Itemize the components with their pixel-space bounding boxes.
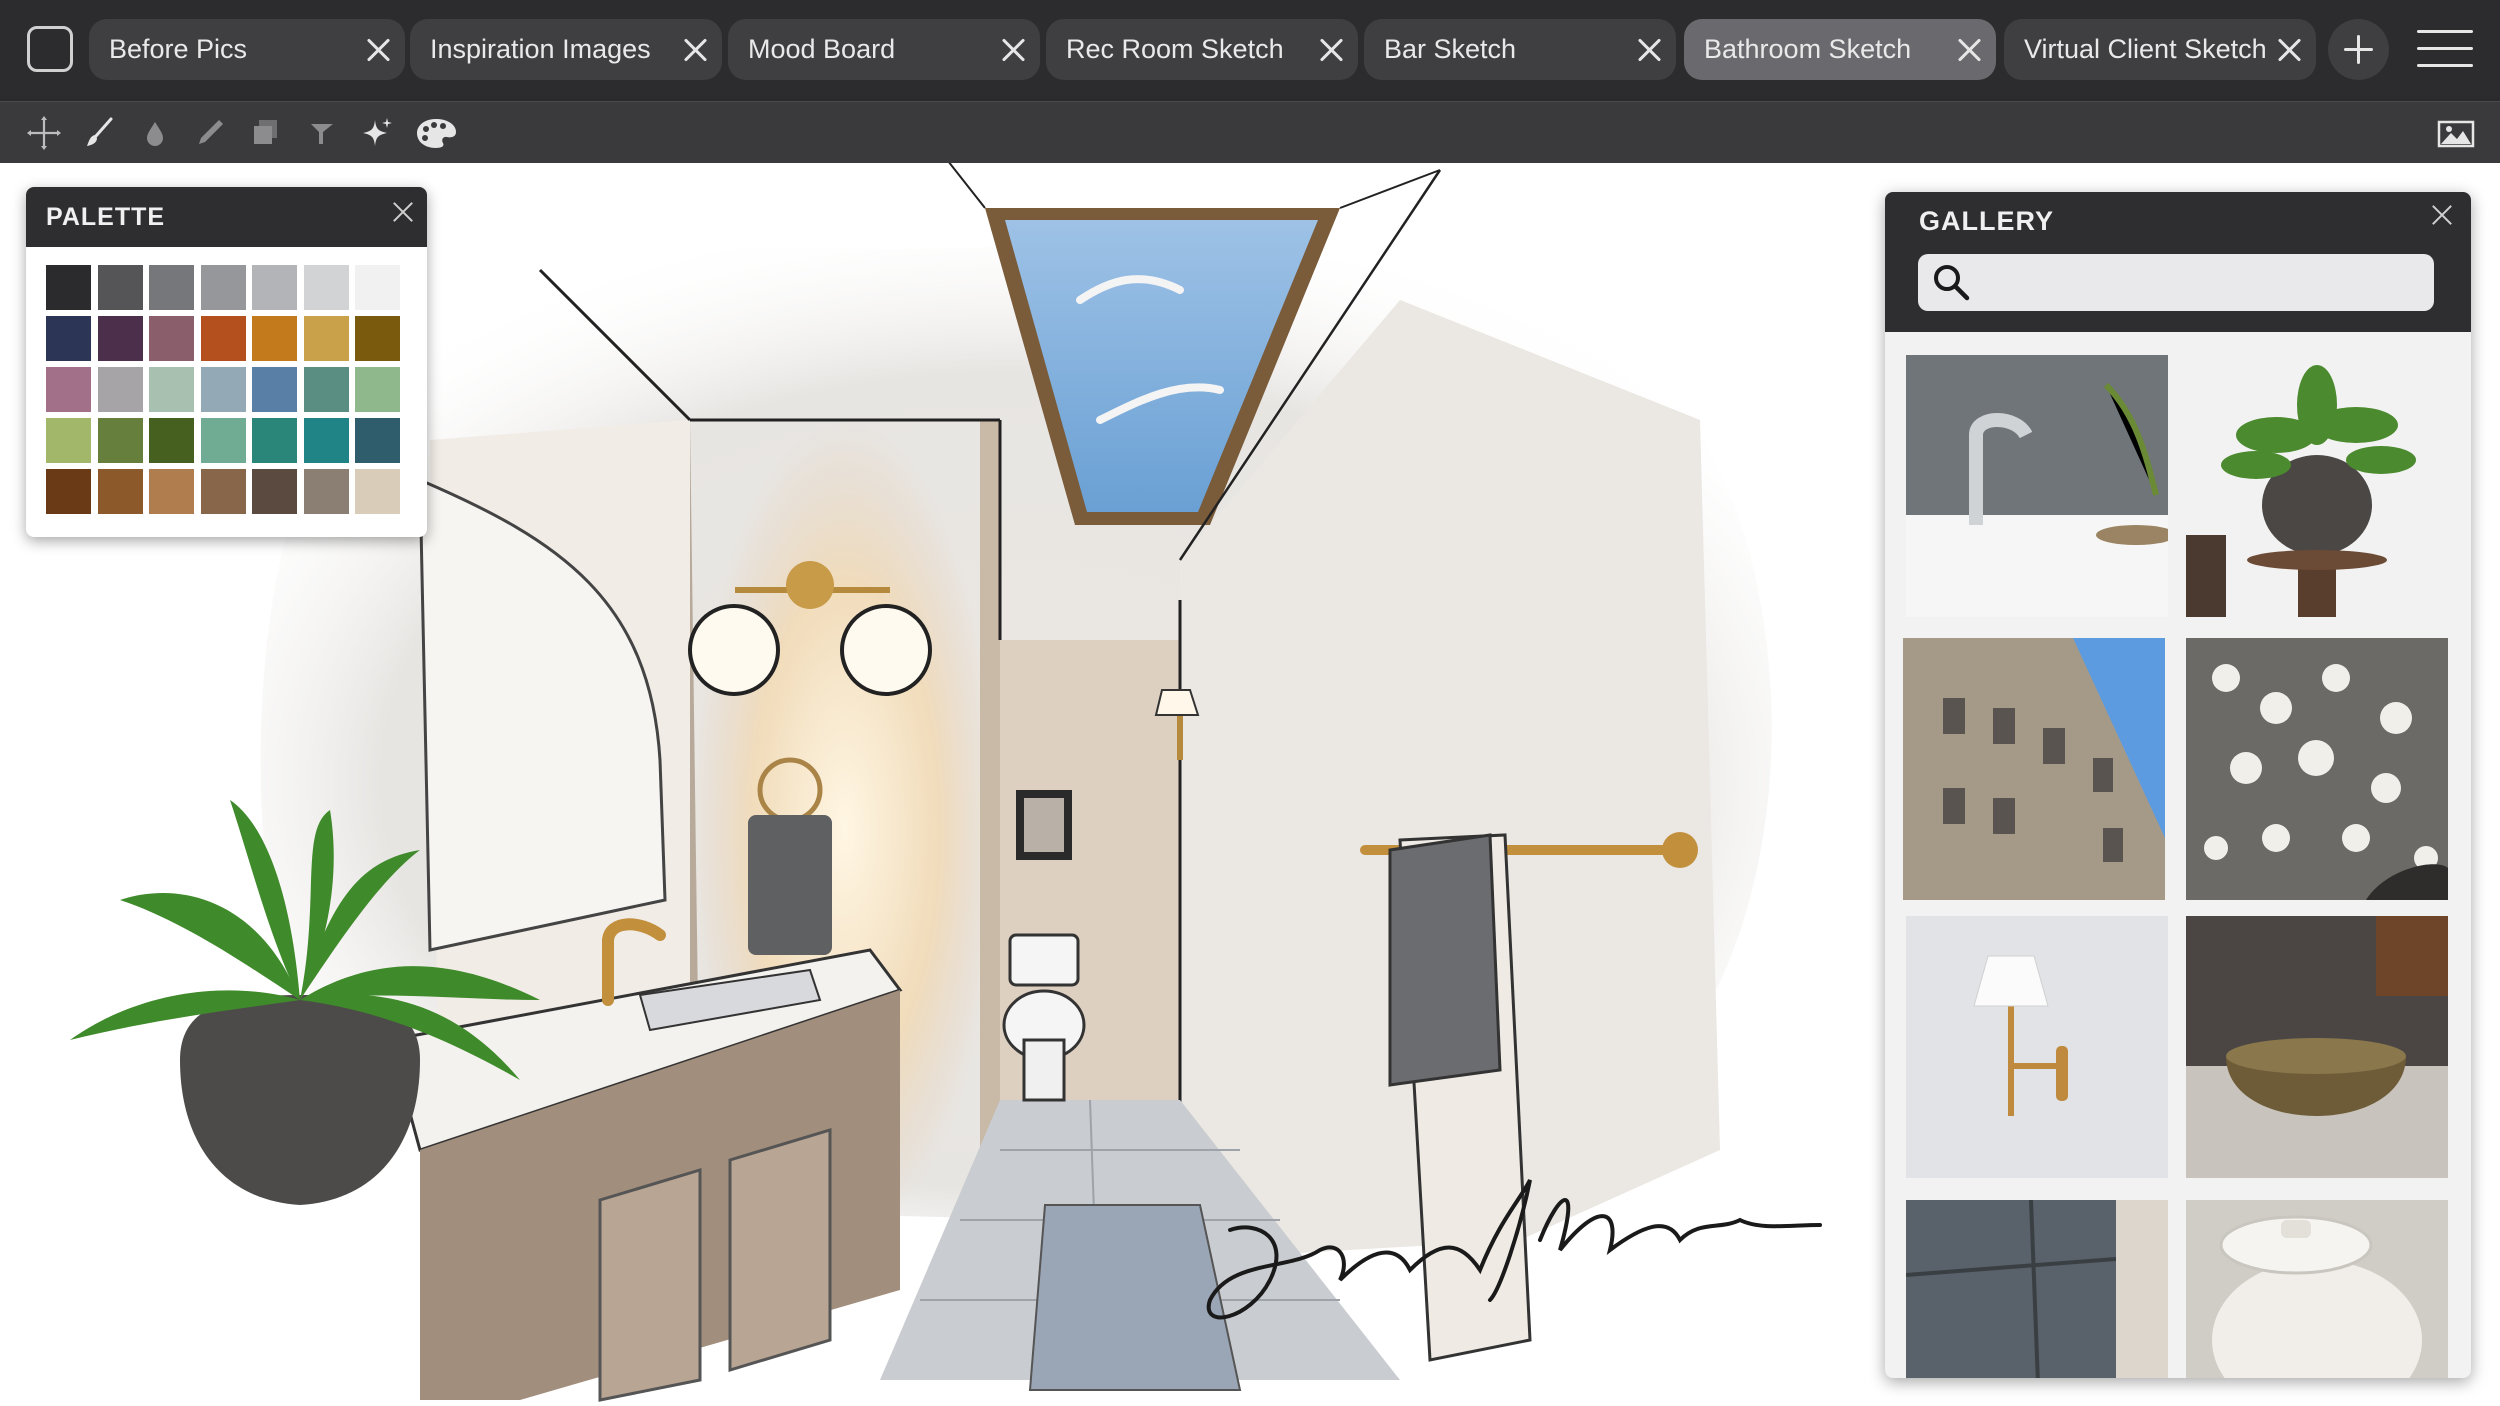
color-swatch[interactable] (200, 469, 246, 514)
close-icon[interactable] (1318, 37, 1344, 63)
color-swatch[interactable] (149, 418, 194, 463)
gallery-thumb-building[interactable] (1903, 638, 2165, 900)
palette-icon[interactable] (414, 114, 458, 152)
color-swatch[interactable] (149, 367, 194, 412)
color-swatch[interactable] (200, 316, 246, 361)
color-swatch[interactable] (303, 265, 349, 310)
color-swatch[interactable] (252, 418, 297, 463)
color-swatch[interactable] (355, 367, 400, 412)
close-icon[interactable] (365, 37, 391, 63)
image-icon[interactable] (2436, 114, 2476, 152)
tab-label: Inspiration Images (430, 34, 651, 64)
color-swatch[interactable] (303, 469, 349, 514)
tab-inspiration-images[interactable]: Inspiration Images (410, 19, 722, 80)
brush-icon[interactable] (80, 114, 118, 152)
tab-bar: Before Pics Inspiration Images Mood Boar… (0, 0, 2500, 101)
color-swatch[interactable] (97, 316, 143, 361)
color-swatch[interactable] (46, 367, 91, 412)
gallery-thumb-plant[interactable] (2186, 355, 2448, 617)
gallery-title: GALLERY (1919, 206, 2054, 236)
tab-virtual-client-sketch[interactable]: Virtual Client Sketch (2004, 19, 2316, 80)
close-icon[interactable] (1000, 37, 1026, 63)
color-swatch[interactable] (149, 265, 194, 310)
color-swatch[interactable] (252, 265, 297, 310)
tab-before-pics[interactable]: Before Pics (89, 19, 405, 80)
color-swatch[interactable] (200, 418, 246, 463)
color-swatch[interactable] (252, 367, 297, 412)
app-menu-icon[interactable] (27, 26, 73, 72)
close-icon[interactable] (392, 201, 414, 223)
color-swatch[interactable] (355, 316, 400, 361)
tab-mood-board[interactable]: Mood Board (728, 19, 1040, 80)
palette-panel: PALETTE (26, 187, 427, 537)
tab-label: Rec Room Sketch (1066, 34, 1284, 64)
tool-bar (0, 101, 2500, 163)
color-swatch[interactable] (252, 316, 297, 361)
color-swatch[interactable] (200, 265, 246, 310)
color-swatch[interactable] (46, 316, 91, 361)
color-swatch[interactable] (46, 418, 91, 463)
color-swatch[interactable] (303, 316, 349, 361)
close-icon[interactable] (2276, 37, 2302, 63)
gallery-thumb-jar[interactable] (2186, 1200, 2448, 1378)
color-swatch[interactable] (97, 469, 143, 514)
color-swatch[interactable] (46, 469, 91, 514)
close-icon[interactable] (1636, 37, 1662, 63)
color-swatch[interactable] (252, 469, 297, 514)
layers-icon[interactable] (247, 114, 285, 152)
sparkle-icon[interactable] (358, 114, 396, 152)
gallery-thumb-sconce[interactable] (1906, 916, 2168, 1178)
color-swatch[interactable] (46, 265, 91, 310)
tab-label: Virtual Client Sketch (2024, 34, 2267, 64)
gallery-thumb-faucet[interactable] (1906, 355, 2168, 617)
color-swatch[interactable] (97, 367, 143, 412)
close-icon[interactable] (1956, 37, 1982, 63)
color-swatch[interactable] (149, 469, 194, 514)
palette-header: PALETTE (26, 187, 427, 247)
gallery-thumb-flowers[interactable] (2186, 638, 2448, 900)
close-icon[interactable] (2431, 204, 2453, 226)
tab-label: Mood Board (748, 34, 896, 64)
pencil-icon[interactable] (191, 114, 229, 152)
add-tab-button[interactable] (2328, 19, 2389, 80)
swatch-grid (46, 265, 400, 514)
gallery-thumb-bowl[interactable] (2186, 916, 2448, 1178)
color-swatch[interactable] (97, 418, 143, 463)
color-swatch[interactable] (355, 265, 400, 310)
palette-title: PALETTE (46, 203, 166, 231)
color-swatch[interactable] (303, 367, 349, 412)
tab-rec-room-sketch[interactable]: Rec Room Sketch (1046, 19, 1358, 80)
move-icon[interactable] (25, 114, 63, 152)
close-icon[interactable] (682, 37, 708, 63)
tab-label: Bathroom Sketch (1704, 34, 1912, 64)
search-input[interactable] (1918, 254, 2434, 311)
gallery-panel: GALLERY (1885, 192, 2471, 1378)
color-swatch[interactable] (355, 418, 400, 463)
tab-bathroom-sketch[interactable]: Bathroom Sketch (1684, 19, 1996, 80)
gallery-thumb-tile[interactable] (1906, 1200, 2168, 1378)
tab-label: Bar Sketch (1384, 34, 1517, 64)
gallery-header: GALLERY (1885, 192, 2471, 332)
color-swatch[interactable] (303, 418, 349, 463)
tab-label: Before Pics (109, 34, 248, 64)
color-swatch[interactable] (97, 265, 143, 310)
ink-drop-icon[interactable] (136, 114, 174, 152)
tab-bar-sketch[interactable]: Bar Sketch (1364, 19, 1676, 80)
eraser-icon[interactable] (303, 114, 341, 152)
color-swatch[interactable] (149, 316, 194, 361)
search-icon (1934, 265, 1970, 301)
color-swatch[interactable] (200, 367, 246, 412)
hamburger-menu-icon[interactable] (2417, 30, 2473, 70)
color-swatch[interactable] (355, 469, 400, 514)
